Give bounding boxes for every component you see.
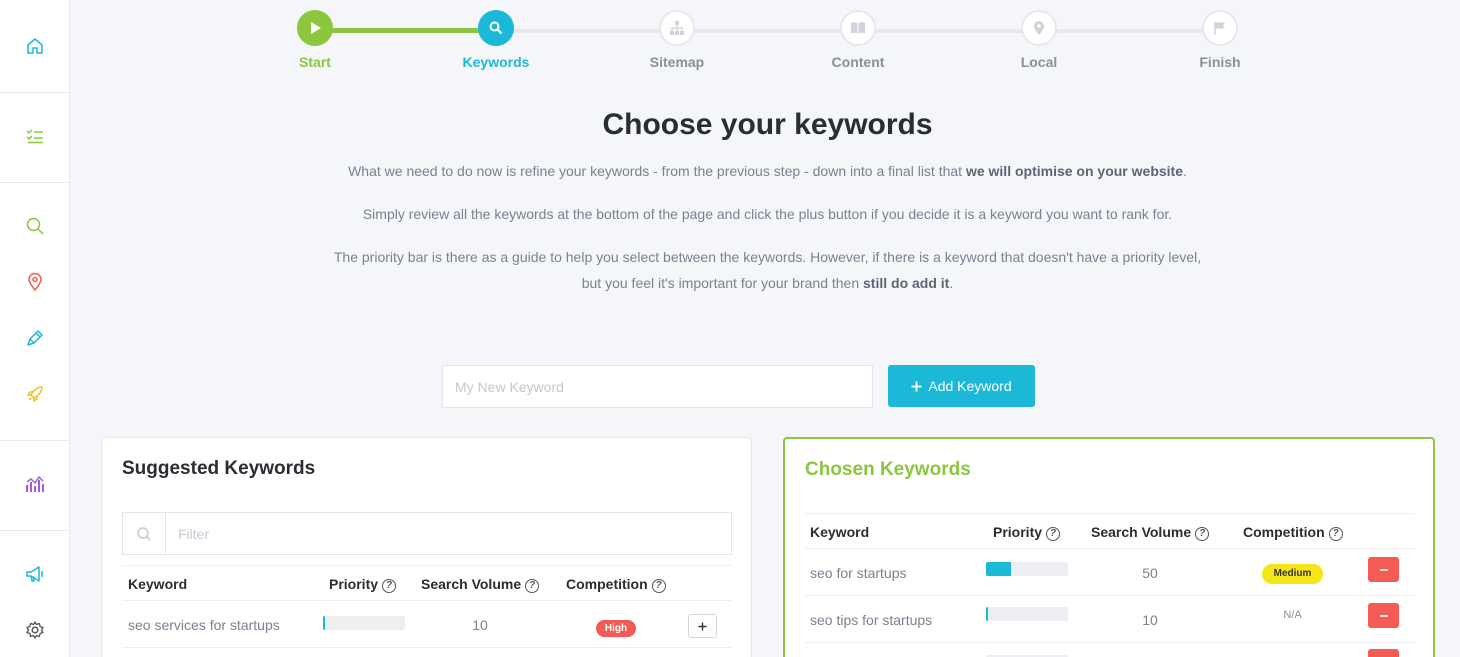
step-start[interactable]: Start [255, 10, 375, 70]
sidebar-item-content[interactable] [0, 323, 70, 353]
filter-field [122, 512, 732, 555]
table-row: seo for startups 50 Medium [805, 550, 1415, 596]
search-icon [26, 217, 44, 235]
priority-bar [323, 616, 405, 630]
step-label: Finish [1199, 54, 1241, 70]
step-sitemap[interactable]: Sitemap [617, 10, 737, 70]
analytics-icon [26, 475, 44, 492]
book-icon [851, 22, 865, 34]
sidebar-item-launch[interactable] [0, 379, 70, 409]
sidebar-divider [0, 92, 70, 93]
priority-bar-fill [323, 616, 326, 630]
search-icon [489, 21, 503, 35]
pen-icon [27, 330, 43, 346]
panel-title: Chosen Keywords [805, 459, 971, 480]
location-pin-icon [1034, 21, 1044, 35]
minus-icon [1379, 614, 1388, 617]
step-label: Content [831, 54, 885, 70]
intro-paragraph: What we need to do now is refine your ke… [348, 163, 1187, 179]
sidebar-item-analytics[interactable] [0, 469, 70, 499]
chosen-keywords-panel: Chosen Keywords Keyword Priority? Search… [783, 437, 1435, 657]
help-icon[interactable]: ? [1195, 527, 1210, 541]
minus-icon [1379, 568, 1388, 571]
filter-input[interactable] [166, 513, 731, 554]
remove-keyword-button[interactable] [1368, 603, 1399, 628]
table-header: Keyword Priority? Search Volume? Competi… [122, 565, 732, 601]
priority-bar [986, 562, 1068, 576]
help-icon[interactable]: ? [651, 579, 666, 593]
search-volume: 10 [1142, 612, 1158, 628]
sidebar-item-marketing[interactable] [0, 559, 70, 589]
step-local[interactable]: Local [979, 10, 1099, 70]
search-volume: 10 [472, 617, 488, 633]
priority-bar-fill [986, 607, 989, 621]
remove-keyword-button[interactable] [1368, 649, 1399, 657]
help-icon[interactable]: ? [1046, 527, 1061, 541]
sidebar [0, 0, 70, 657]
column-header-competition: Competition? [1243, 514, 1343, 550]
page-title: Choose your keywords [602, 108, 933, 141]
keyword-text: seo tips for startups [810, 612, 933, 628]
table-row: seo tips for startups 10 N/A [805, 597, 1415, 643]
column-header-priority: Priority? [329, 566, 397, 602]
suggested-keywords-panel: Suggested Keywords Keyword Priority? Sea… [101, 437, 752, 657]
step-label: Start [299, 54, 331, 70]
plus-icon [911, 381, 922, 391]
step-keywords[interactable]: Keywords [436, 10, 556, 70]
column-header-search-volume: Search Volume? [421, 566, 540, 602]
step-content[interactable]: Content [798, 10, 918, 70]
sidebar-item-search[interactable] [0, 211, 70, 241]
step-label: Keywords [462, 54, 530, 70]
sidebar-divider [0, 530, 70, 531]
progress-stepper: Start Keywords Sitemap Content Local Fin… [0, 0, 1460, 90]
gear-icon [26, 621, 44, 639]
rocket-icon [26, 386, 43, 403]
intro-paragraph: Simply review all the keywords at the bo… [362, 206, 1173, 222]
competition-value: N/A [1283, 609, 1302, 621]
step-label: Local [1020, 54, 1058, 70]
sidebar-item-local[interactable] [0, 267, 70, 297]
priority-bar [986, 607, 1068, 621]
flag-icon [1214, 22, 1225, 35]
remove-keyword-button[interactable] [1368, 557, 1399, 582]
competition-badge: High [596, 620, 636, 637]
priority-bar-fill [986, 562, 1011, 576]
column-header-keyword: Keyword [810, 524, 870, 540]
keyword-text: seo services for startups [128, 617, 280, 633]
intro-paragraph: The priority bar is there as a guide to … [333, 249, 1202, 291]
sitemap-icon [670, 21, 684, 35]
location-pin-icon [28, 272, 42, 292]
add-keyword-button[interactable]: Add Keyword [888, 365, 1035, 407]
checklist-icon [26, 129, 43, 144]
column-header-priority: Priority? [993, 514, 1061, 550]
megaphone-icon [26, 566, 43, 582]
help-icon[interactable]: ? [382, 579, 397, 593]
search-volume: 50 [1142, 565, 1158, 581]
play-icon [311, 22, 321, 34]
add-to-chosen-button[interactable] [688, 614, 717, 638]
step-finish[interactable]: Finish [1160, 10, 1280, 70]
sidebar-divider [0, 182, 70, 183]
panel-title: Suggested Keywords [122, 458, 316, 479]
step-label: Sitemap [649, 54, 705, 70]
search-icon [137, 526, 151, 541]
keyword-text: seo for startups [810, 565, 907, 581]
sidebar-item-checklist[interactable] [0, 121, 70, 151]
column-header-keyword: Keyword [128, 576, 188, 592]
column-header-search-volume: Search Volume? [1091, 514, 1210, 550]
help-icon[interactable]: ? [525, 579, 540, 593]
sidebar-divider [0, 440, 70, 441]
plus-icon [698, 622, 707, 630]
help-icon[interactable]: ? [1328, 527, 1343, 541]
competition-badge: Medium [1262, 564, 1323, 584]
table-row: seo services for startups 10 High [122, 602, 732, 648]
new-keyword-input[interactable] [442, 365, 873, 408]
sidebar-item-settings[interactable] [0, 615, 70, 645]
table-header: Keyword Priority? Search Volume? Competi… [805, 513, 1415, 549]
column-header-competition: Competition? [566, 566, 666, 602]
